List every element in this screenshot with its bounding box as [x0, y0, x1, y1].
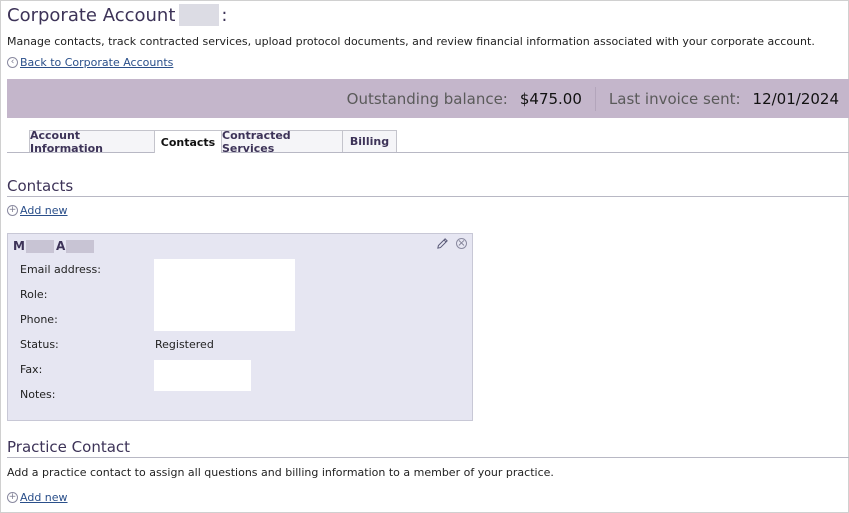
close-circle-icon[interactable]: × [456, 238, 467, 249]
notes-label: Notes: [20, 388, 56, 401]
status-label: Status: [20, 338, 59, 351]
back-to-corporate-accounts-link[interactable]: ‹ Back to Corporate Accounts [7, 56, 173, 69]
role-label: Role: [20, 288, 48, 301]
contacts-heading: Contacts [7, 177, 849, 197]
tab-account-information[interactable]: Account Information [29, 128, 155, 155]
add-contact-link[interactable]: + Add new [7, 204, 68, 217]
email-label: Email address: [20, 263, 101, 276]
last-invoice-value: 12/01/2024 [752, 89, 839, 108]
redacted-account-name [179, 4, 220, 26]
tab-contracted-services[interactable]: Contracted Services [221, 128, 343, 155]
back-link-label: Back to Corporate Accounts [20, 56, 174, 69]
account-tabs: Account Information Contacts Contracted … [7, 128, 849, 155]
page-title-suffix: : [221, 4, 228, 26]
fax-label: Fax: [20, 363, 43, 376]
add-practice-contact-label: Add new [20, 491, 68, 504]
last-invoice-label: Last invoice sent: [608, 89, 741, 108]
phone-label: Phone: [20, 313, 58, 326]
redacted-contact-details [154, 259, 295, 331]
tab-label: Billing [349, 135, 390, 148]
redacted-first-name [25, 239, 54, 253]
status-value: Registered [155, 338, 214, 351]
balance-summary-bar: Outstanding balance: $475.00 Last invoic… [7, 79, 849, 118]
add-practice-contact-link[interactable]: + Add new [7, 491, 68, 504]
tab-contacts[interactable]: Contacts [154, 130, 222, 153]
balance-divider [594, 86, 596, 111]
outstanding-balance-label: Outstanding balance: [346, 89, 508, 108]
practice-contact-description: Add a practice contact to assign all que… [7, 466, 554, 479]
plus-circle-icon: + [7, 205, 18, 216]
plus-circle-icon: + [7, 492, 18, 503]
tab-label: Contacts [160, 135, 216, 149]
tab-label: Account Information [30, 128, 103, 155]
add-contact-label: Add new [20, 204, 68, 217]
page-description: Manage contacts, track contracted servic… [7, 35, 815, 48]
redacted-last-name [66, 239, 95, 253]
contact-name-initial-last: A [55, 239, 66, 253]
page-title: Corporate Account : [7, 4, 227, 26]
page-title-text: Corporate Account [7, 4, 176, 26]
contact-name-initial-first: M [13, 239, 25, 253]
tab-billing[interactable]: Billing [342, 130, 397, 152]
practice-contact-heading: Practice Contact [7, 438, 849, 458]
redacted-fax-value [154, 360, 251, 391]
chevron-left-circle-icon: ‹ [7, 57, 18, 68]
outstanding-balance-value: $475.00 [519, 89, 582, 108]
tab-label: Contracted Services [222, 128, 291, 155]
pencil-icon[interactable] [436, 237, 449, 250]
contact-name: M A [13, 239, 95, 253]
contact-card: M A × Email address: Role: Phone: Status… [7, 233, 473, 421]
